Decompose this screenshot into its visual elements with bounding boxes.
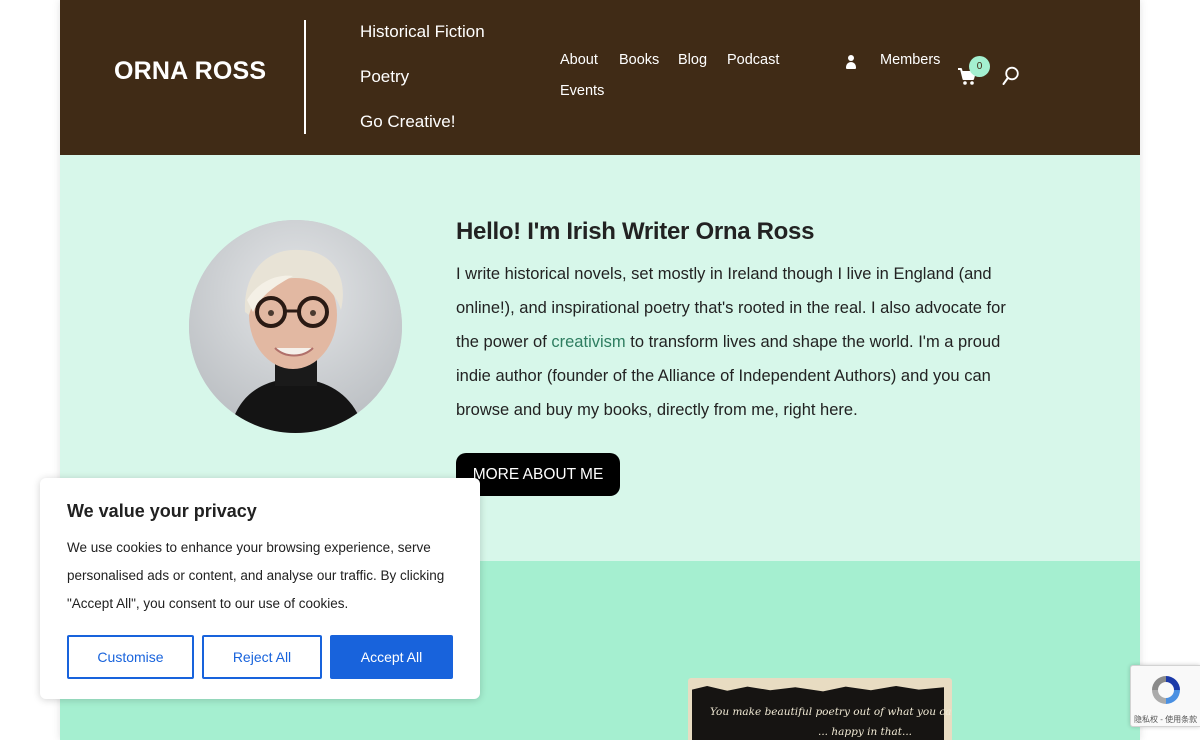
nav-blog[interactable]: Blog — [678, 52, 707, 68]
reject-all-button[interactable]: Reject All — [202, 635, 322, 679]
creativism-link[interactable]: creativism — [551, 333, 625, 351]
site-header: ORNA ROSS Historical Fiction Poetry Go C… — [60, 0, 1140, 155]
header-divider — [304, 20, 306, 134]
cookie-title: We value your privacy — [67, 501, 257, 521]
nav-events[interactable]: Events — [560, 83, 604, 99]
accept-all-button[interactable]: Accept All — [330, 635, 453, 679]
hero-description: I write historical novels, set mostly in… — [456, 265, 1006, 419]
nav-poetry[interactable]: Poetry — [360, 67, 409, 87]
book-quote-line2: ... happy in that... — [818, 726, 913, 738]
search-icon[interactable] — [1002, 66, 1020, 86]
cart-count-badge[interactable]: 0 — [969, 56, 990, 77]
recaptcha-badge[interactable]: 隐私权 - 使用条款 — [1130, 665, 1200, 727]
nav-go-creative[interactable]: Go Creative! — [360, 112, 455, 132]
customise-button[interactable]: Customise — [67, 635, 194, 679]
author-portrait — [189, 220, 402, 433]
book-quote-line1: You make beautiful poetry out of what yo… — [710, 706, 952, 718]
user-icon[interactable] — [846, 55, 856, 70]
site-logo[interactable]: ORNA ROSS — [114, 57, 266, 86]
nav-members[interactable]: Members — [880, 52, 940, 68]
nav-historical-fiction[interactable]: Historical Fiction — [360, 22, 485, 42]
cookie-consent-banner: We value your privacy We use cookies to … — [40, 478, 480, 699]
nav-books[interactable]: Books — [619, 52, 659, 68]
recaptcha-icon — [1152, 676, 1180, 704]
hero-title: Hello! I'm Irish Writer Orna Ross — [456, 218, 815, 245]
book-cover[interactable]: You make beautiful poetry out of what yo… — [688, 678, 952, 740]
recaptcha-terms[interactable]: 隐私权 - 使用条款 — [1134, 714, 1197, 725]
cookie-text: We use cookies to enhance your browsing … — [67, 540, 445, 611]
more-about-me-button[interactable]: MORE ABOUT ME — [456, 453, 620, 496]
nav-podcast[interactable]: Podcast — [727, 52, 779, 68]
nav-about[interactable]: About — [560, 52, 598, 68]
